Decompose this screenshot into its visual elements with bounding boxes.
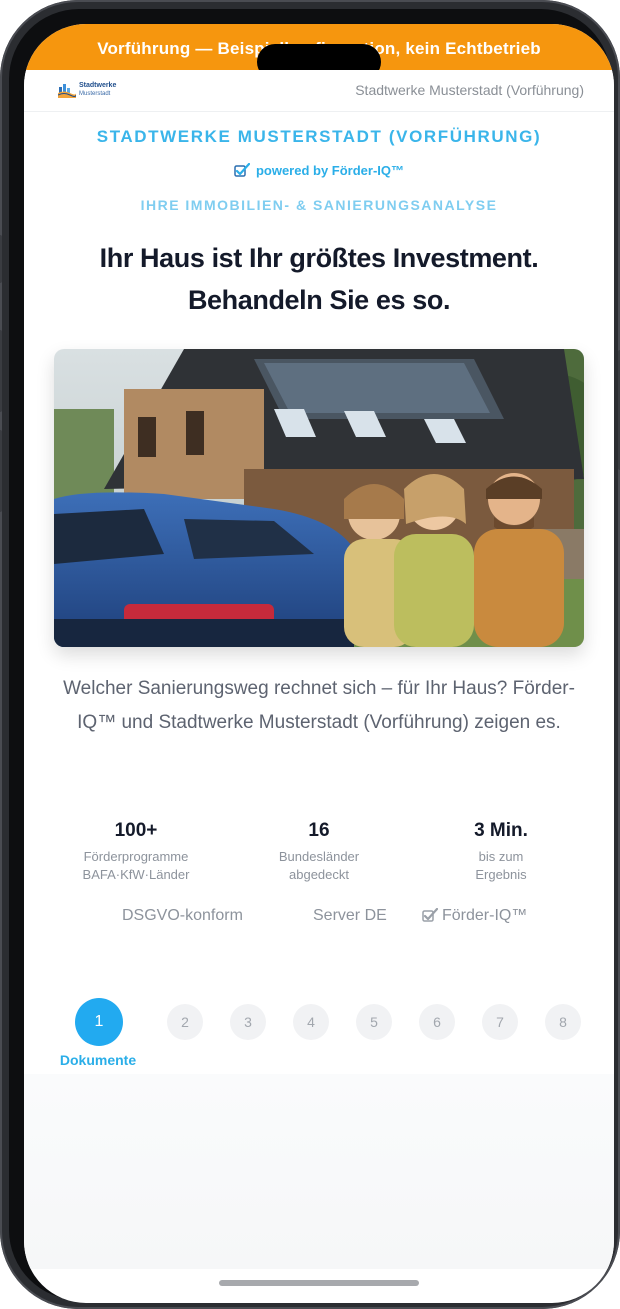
stat-label: Förderprogramme BAFA·KfW·Länder [46,848,226,884]
stat-label-line2: BAFA·KfW·Länder [82,867,190,882]
trust-dsgvo: DSGVO-konform [122,907,243,924]
top-bar: Stadtwerke Musterstadt Stadtwerke Muster… [24,70,614,112]
intro-text: Welcher Sanierungsweg rechnet sich – für… [63,678,575,733]
phone-frame: Vorführung — Beispielkonfiguration, kein… [0,0,620,1309]
content-panel [24,1074,614,1269]
step-8[interactable]: 8 [545,1004,581,1040]
stat-label-line2: Ergebnis [475,867,527,882]
stat-duration: 3 Min. bis zum Ergebnis [411,820,591,884]
stat-value: 100+ [114,820,158,841]
stat-label-line1: Förderprogramme [83,849,189,864]
step-7[interactable]: 7 [482,1004,518,1040]
step-6[interactable]: 6 [419,1004,455,1040]
trust-foerder-iq-text: Förder-IQ™ [442,907,528,924]
phone-bezel: Vorführung — Beispielkonfiguration, kein… [9,9,614,1303]
trust-foerder-iq: Förder-IQ™ [422,907,527,927]
step-5[interactable]: 5 [356,1004,392,1040]
partner-logo[interactable]: Stadtwerke Musterstadt [58,82,116,98]
brand-title: STADTWERKE MUSTERSTADT (VORFÜHRUNG) [96,127,542,146]
screen: Vorführung — Beispielkonfiguration, kein… [24,24,614,1303]
stat-label-line2: abgedeckt [289,867,349,882]
step-3[interactable]: 3 [230,1004,266,1040]
step-4[interactable]: 4 [293,1004,329,1040]
logo-line1: Stadtwerke [79,82,117,89]
house-family-photo-icon [54,349,584,647]
stat-states: 16 Bundesländer abgedeckt [229,820,409,884]
checkmark-icon [234,162,251,180]
stat-value: 3 Min. [474,820,528,841]
volume-up-button [0,330,2,412]
stat-label: bis zum Ergebnis [411,848,591,884]
step-indicator: 1 2 3 4 5 6 7 8 Dokumente [24,996,614,1076]
silent-switch [0,235,2,283]
page-title: Ihr Haus ist Ihr größtes Investment. Beh… [24,237,614,321]
home-indicator[interactable] [219,1280,419,1286]
stat-label-line1: bis zum [478,849,524,864]
city-logo-icon [58,84,76,98]
headline-line1: Ihr Haus ist Ihr größtes Investment. [99,243,539,273]
trust-server: Server DE [313,907,387,924]
trust-badges: DSGVO-konform Server DE Förder-IQ™ [24,907,614,929]
checkmark-icon [422,907,439,927]
step-2[interactable]: 2 [167,1004,203,1040]
powered-by-text: powered by Förder-IQ™ [255,163,405,178]
stat-programs: 100+ Förderprogramme BAFA·KfW·Länder [46,820,226,884]
powered-by: powered by Förder-IQ™ [24,162,614,180]
eyebrow: IHRE IMMOBILIEN- & SANIERUNGSANALYSE [140,197,498,213]
volume-down-button [0,430,2,512]
hero-image [54,349,584,647]
stat-label-line1: Bundesländer [278,849,360,864]
stat-label: Bundesländer abgedeckt [229,848,409,884]
stat-value: 16 [308,820,330,841]
partner-name: Stadtwerke Musterstadt (Vorführung) [355,82,584,98]
logo-line2: Musterstadt [79,91,111,97]
step-1[interactable]: 1 [75,998,123,1046]
headline-line2: Behandeln Sie es so. [187,285,451,315]
step-1-label: Dokumente [59,1052,137,1068]
